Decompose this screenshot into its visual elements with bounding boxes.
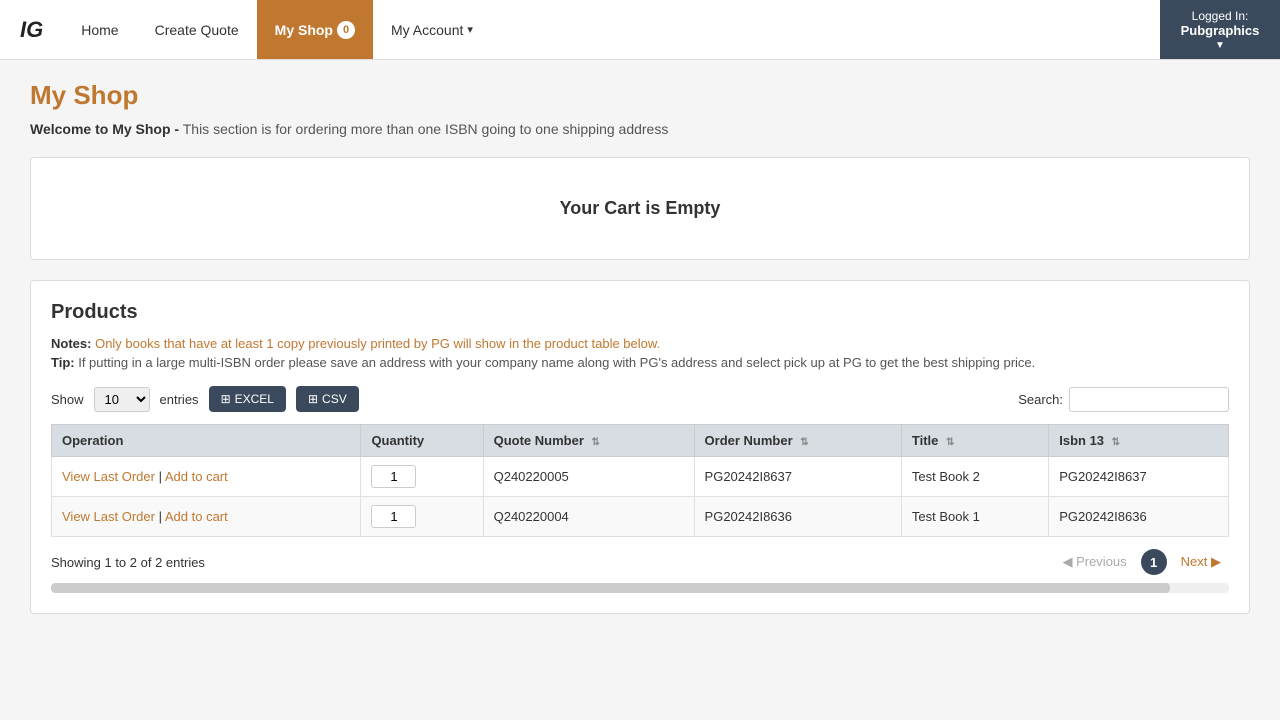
col-isbn13[interactable]: Isbn 13 ⇅	[1049, 425, 1229, 457]
table-row: View Last Order | Add to cart Q240220004…	[52, 497, 1229, 537]
nav-home[interactable]: Home	[63, 0, 136, 59]
cell-quote-1: Q240220004	[483, 497, 694, 537]
cell-operation-0: View Last Order | Add to cart	[52, 457, 361, 497]
csv-button[interactable]: ⊞ CSV	[296, 386, 359, 412]
header: IG Home Create Quote My Shop 0 My Accoun…	[0, 0, 1280, 60]
logged-in-button[interactable]: Logged In: Pubgraphics ▼	[1160, 0, 1280, 59]
col-quote-number[interactable]: Quote Number ⇅	[483, 425, 694, 457]
table-header-row: Operation Quantity Quote Number ⇅ Order …	[52, 425, 1229, 457]
cell-order-0: PG20242I8637	[694, 457, 901, 497]
sort-icon-isbn: ⇅	[1112, 437, 1120, 448]
pagination-row: Showing 1 to 2 of 2 entries ◀ Previous 1…	[51, 549, 1229, 575]
search-area: Search:	[1018, 387, 1229, 412]
subtitle-desc: This section is for ordering more than o…	[183, 121, 669, 137]
products-title: Products	[51, 301, 1229, 324]
cart-badge: 0	[337, 21, 355, 39]
view-last-order-link-0[interactable]: View Last Order	[62, 469, 155, 484]
notes-line: Notes: Only books that have at least 1 c…	[51, 336, 1229, 351]
prev-button[interactable]: ◀ Previous	[1054, 550, 1134, 574]
col-order-number[interactable]: Order Number ⇅	[694, 425, 901, 457]
sort-icon-title: ⇅	[946, 437, 954, 448]
csv-label: CSV	[322, 392, 347, 406]
pagination: ◀ Previous 1 Next ▶	[1054, 549, 1229, 575]
cell-title-0: Test Book 2	[901, 457, 1048, 497]
page-content: My Shop Welcome to My Shop - This sectio…	[0, 60, 1280, 634]
qty-input-1[interactable]	[371, 505, 416, 528]
logged-in-username: Pubgraphics	[1181, 23, 1260, 38]
excel-label: EXCEL	[235, 392, 274, 406]
cell-isbn-1: PG20242I8636	[1049, 497, 1229, 537]
sort-icon-order: ⇅	[800, 437, 808, 448]
products-section: Products Notes: Only books that have at …	[30, 280, 1250, 614]
entries-label: entries	[160, 392, 199, 407]
sort-icon-quote: ⇅	[592, 437, 600, 448]
cell-title-1: Test Book 1	[901, 497, 1048, 537]
page-number-1[interactable]: 1	[1141, 549, 1167, 575]
cart-empty-box: Your Cart is Empty	[30, 157, 1250, 260]
tip-text: If putting in a large multi-ISBN order p…	[78, 355, 1035, 370]
subtitle-strong: Welcome to My Shop -	[30, 121, 179, 137]
search-input[interactable]	[1069, 387, 1229, 412]
page-subtitle: Welcome to My Shop - This section is for…	[30, 121, 1250, 137]
notes-label: Notes:	[51, 336, 91, 351]
page-title: My Shop	[30, 80, 1250, 111]
qty-input-0[interactable]	[371, 465, 416, 488]
nav-my-account[interactable]: My Account ▾	[373, 0, 491, 59]
view-last-order-link-1[interactable]: View Last Order	[62, 509, 155, 524]
col-title[interactable]: Title ⇅	[901, 425, 1048, 457]
cell-quote-0: Q240220005	[483, 457, 694, 497]
notes-text: Only books that have at least 1 copy pre…	[95, 336, 660, 351]
table-row: View Last Order | Add to cart Q240220005…	[52, 457, 1229, 497]
cell-quantity-1	[361, 497, 483, 537]
col-operation: Operation	[52, 425, 361, 457]
tip-line: Tip: If putting in a large multi-ISBN or…	[51, 355, 1229, 370]
horizontal-scrollbar[interactable]	[51, 583, 1229, 593]
cart-empty-text: Your Cart is Empty	[71, 198, 1209, 219]
excel-button[interactable]: ⊞ EXCEL	[209, 386, 286, 412]
add-to-cart-link-0[interactable]: Add to cart	[165, 469, 228, 484]
show-label: Show	[51, 392, 84, 407]
cell-isbn-0: PG20242I8637	[1049, 457, 1229, 497]
my-account-dropdown-arrow: ▾	[467, 23, 473, 36]
nav-create-quote[interactable]: Create Quote	[137, 0, 257, 59]
logged-in-dropdown-arrow: ▼	[1215, 40, 1225, 51]
logged-in-label: Logged In:	[1192, 9, 1249, 23]
scrollbar-thumb	[51, 583, 1170, 593]
entries-select[interactable]: 10 25 50 100	[94, 387, 150, 412]
tip-label: Tip:	[51, 355, 75, 370]
main-nav: Home Create Quote My Shop 0 My Account ▾	[63, 0, 491, 59]
nav-my-account-label: My Account	[391, 22, 463, 38]
add-to-cart-link-1[interactable]: Add to cart	[165, 509, 228, 524]
next-button[interactable]: Next ▶	[1173, 550, 1229, 574]
excel-icon: ⊞	[221, 392, 231, 406]
table-controls: Show 10 25 50 100 entries ⊞ EXCEL ⊞ CSV …	[51, 386, 1229, 412]
cell-operation-1: View Last Order | Add to cart	[52, 497, 361, 537]
cell-order-1: PG20242I8636	[694, 497, 901, 537]
search-label: Search:	[1018, 392, 1063, 407]
nav-my-shop-label: My Shop	[275, 22, 333, 38]
csv-icon: ⊞	[308, 392, 318, 406]
showing-label: Showing 1 to 2 of 2 entries	[51, 555, 205, 570]
col-quantity: Quantity	[361, 425, 483, 457]
logo: IG	[0, 17, 63, 43]
nav-my-shop[interactable]: My Shop 0	[257, 0, 373, 59]
cell-quantity-0	[361, 457, 483, 497]
products-table: Operation Quantity Quote Number ⇅ Order …	[51, 424, 1229, 537]
